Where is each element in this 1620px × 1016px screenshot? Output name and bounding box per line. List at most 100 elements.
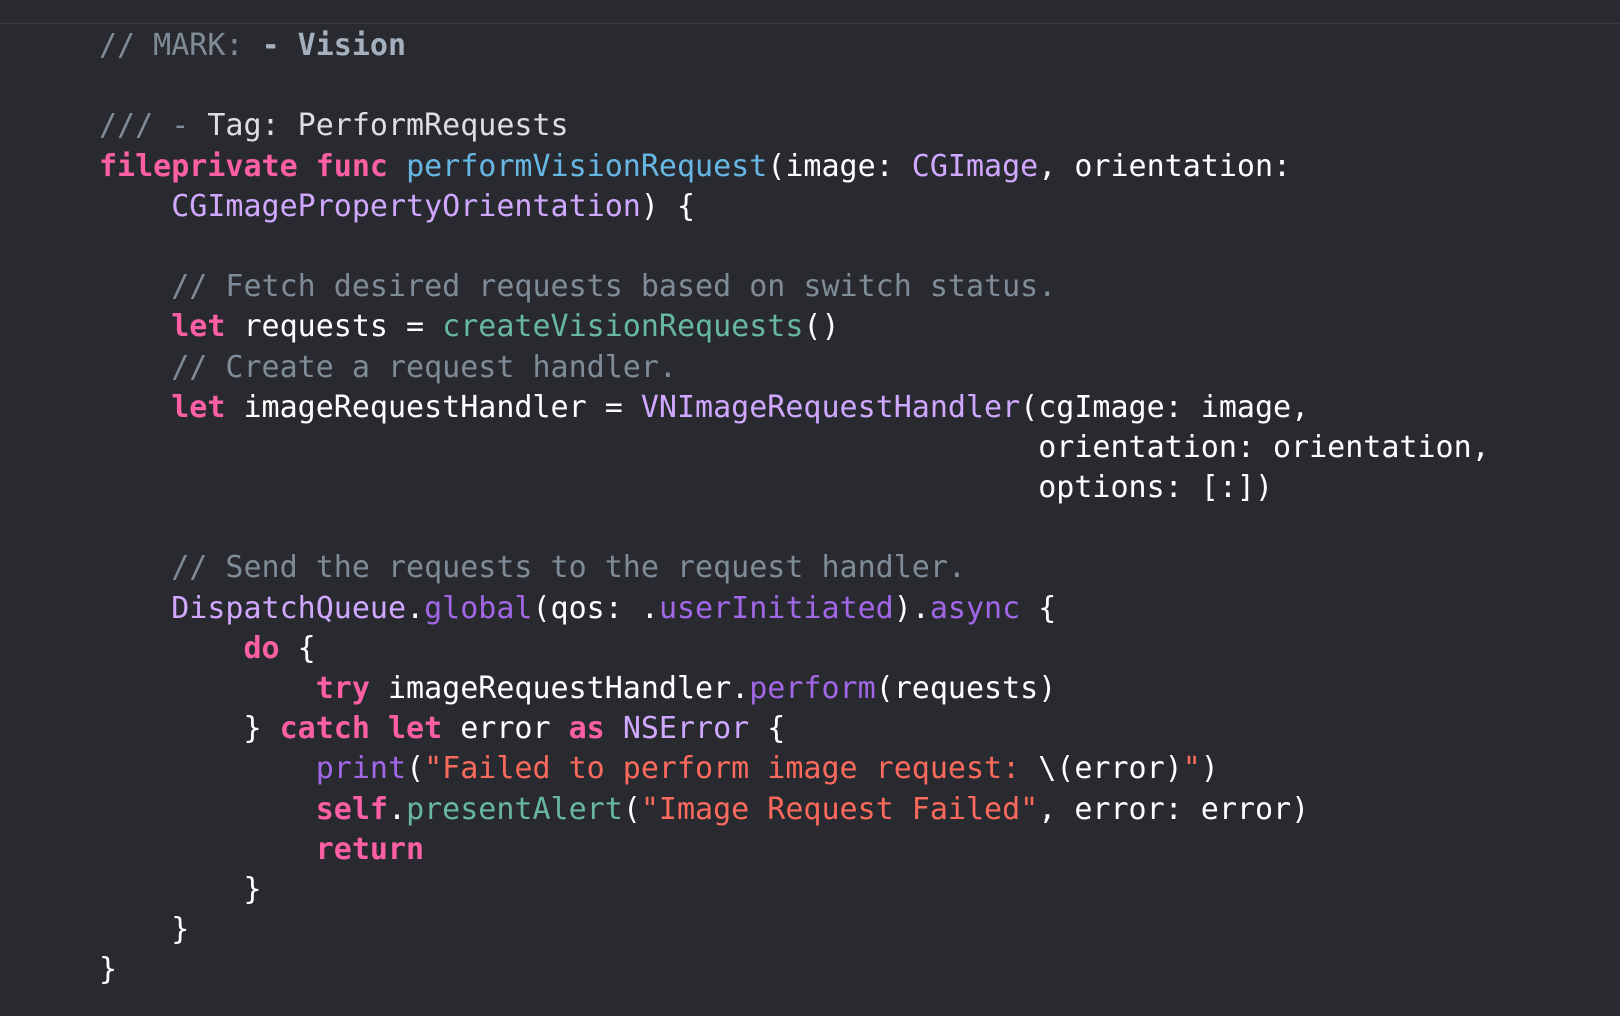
code-line: let imageRequestHandler = VNImageRequest… [99, 388, 1490, 428]
code-token: options: [:]) [99, 470, 1273, 506]
code-token: /// - [99, 108, 208, 144]
code-token: imageRequestHandler = [225, 389, 641, 425]
code-token: { [279, 630, 316, 666]
code-token: try [315, 671, 370, 706]
code-token: ) [1200, 751, 1219, 787]
code-token: let [388, 711, 443, 747]
code-line: // Fetch desired requests based on switc… [99, 267, 1490, 307]
code-token: ( [406, 751, 425, 787]
code-line: // Create a request handler. [99, 348, 1490, 388]
code-token: // Create a request handler. [99, 349, 677, 385]
code-token: } [99, 912, 190, 948]
code-token: Tag: PerformRequests [207, 108, 569, 144]
code-token: requests = [225, 309, 443, 345]
code-line: // Send the requests to the request hand… [99, 548, 1490, 588]
code-line: } [99, 910, 1490, 950]
code-token: presentAlert [406, 791, 623, 827]
code-line: options: [:]) [99, 468, 1490, 508]
code-line: try imageRequestHandler.perform(requests… [99, 669, 1490, 709]
code-token: catch [279, 711, 370, 747]
code-token: self [315, 791, 388, 827]
code-token: // MARK: [99, 28, 262, 63]
code-token: do [243, 630, 280, 666]
code-editor[interactable]: // MARK: - Vision /// - Tag: PerformRequ… [0, 0, 1620, 1016]
code-token: , error: error) [1038, 791, 1310, 827]
code-token: orientation: orientation, [99, 429, 1490, 465]
code-token: } [99, 952, 118, 988]
code-token: createVisionRequests [442, 309, 804, 345]
code-line: } [99, 950, 1490, 990]
code-line: self.presentAlert("Image Request Failed"… [99, 790, 1490, 830]
code-line: // MARK: - Vision [99, 26, 1490, 66]
code-token: (qos: . [532, 590, 659, 626]
code-token: CGImage [911, 148, 1039, 184]
source-code[interactable]: // MARK: - Vision /// - Tag: PerformRequ… [99, 26, 1490, 991]
code-token: } [99, 871, 262, 907]
code-token: userInitiated [658, 590, 894, 626]
code-line: DispatchQueue.global(qos: .userInitiated… [99, 589, 1490, 629]
code-token: performVisionRequest [406, 148, 768, 184]
code-token: { [749, 711, 786, 747]
code-token: . [388, 791, 407, 827]
code-token: print [315, 751, 407, 787]
code-token: let [171, 389, 226, 425]
code-token: return [315, 831, 425, 867]
code-line: do { [99, 629, 1490, 669]
code-line: } [99, 870, 1490, 910]
code-token: NSError [622, 711, 750, 747]
code-token: , orientation: [1038, 148, 1292, 184]
code-token: "Image Request Failed" [640, 791, 1039, 827]
code-token: " [1182, 751, 1201, 787]
code-line: let requests = createVisionRequests() [99, 307, 1490, 347]
code-line: fileprivate func performVisionRequest(im… [99, 147, 1490, 187]
code-token: (image: [767, 148, 912, 184]
code-line: print("Failed to perform image request: … [99, 749, 1490, 789]
code-token: ( [622, 791, 641, 827]
code-line: return [99, 830, 1490, 870]
code-token: perform [749, 671, 876, 706]
code-token: ). [893, 590, 930, 626]
code-token: (requests) [875, 671, 1057, 706]
code-token: VNImageRequestHandler [640, 389, 1021, 425]
code-token: global [424, 590, 533, 626]
code-token: - Vision [261, 28, 407, 63]
code-token: async [929, 590, 1021, 626]
code-token: . [406, 590, 425, 626]
editor-top-divider [0, 23, 1620, 24]
code-token: as [568, 711, 605, 747]
code-token: fileprivate [99, 148, 298, 184]
code-token: ) { [640, 188, 696, 224]
code-line: /// - Tag: PerformRequests [99, 106, 1490, 146]
code-token: DispatchQueue [171, 590, 407, 626]
code-token: } [99, 711, 280, 747]
code-token: // Send the requests to the request hand… [99, 550, 966, 586]
code-token: { [1020, 590, 1057, 626]
code-line: orientation: orientation, [99, 428, 1490, 468]
code-token: "Failed to perform image request: [424, 751, 1039, 787]
code-token: error [442, 711, 569, 747]
code-token: // Fetch desired requests based on switc… [99, 269, 1057, 305]
code-token: func [315, 148, 388, 184]
code-token: \(error) [1038, 751, 1183, 787]
code-token: let [171, 309, 226, 345]
code-line: CGImagePropertyOrientation) { [99, 187, 1490, 227]
code-token: imageRequestHandler. [369, 671, 750, 706]
code-token: CGImagePropertyOrientation [171, 188, 641, 224]
code-line: } catch let error as NSError { [99, 709, 1490, 749]
